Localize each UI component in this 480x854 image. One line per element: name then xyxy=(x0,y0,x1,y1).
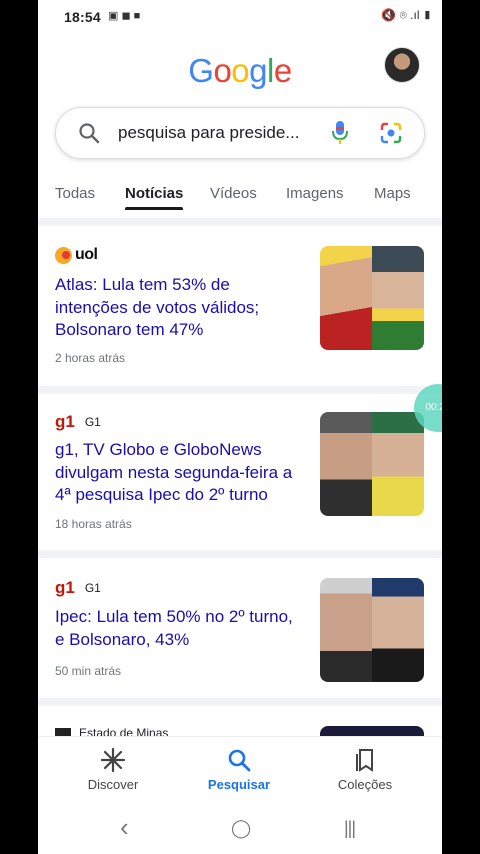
back-icon[interactable]: ‹ xyxy=(120,812,129,843)
tab-maps[interactable]: Maps xyxy=(374,185,411,202)
news-thumbnail[interactable] xyxy=(320,246,424,350)
source-logo-text: uol xyxy=(75,246,98,263)
status-bar: 18:54 ▣ ◼ ■ 🔇 ⌾ .ıl ▮ xyxy=(38,0,442,34)
tab-noticias[interactable]: Notícias xyxy=(125,185,183,202)
nav-label: Coleções xyxy=(337,777,393,792)
news-headline[interactable]: Atlas: Lula tem 53% de intenções de voto… xyxy=(55,274,303,342)
news-card[interactable]: g1 G1 Ipec: Lula tem 50% no 2º turno, e … xyxy=(38,558,442,698)
bookmarks-icon xyxy=(356,749,373,772)
nav-label: Discover xyxy=(87,777,139,792)
logo-letter: o xyxy=(231,52,250,89)
news-time: 2 horas atrás xyxy=(55,351,126,365)
logo-letter: g xyxy=(249,52,268,89)
source-name: G1 xyxy=(84,581,101,595)
uol-logo-icon xyxy=(55,246,72,264)
recents-icon[interactable]: ||| xyxy=(344,818,356,839)
search-icon xyxy=(228,749,251,772)
news-card[interactable]: uol Atlas: Lula tem 53% de intenções de … xyxy=(38,226,442,386)
divider xyxy=(38,698,442,706)
nav-colecoes[interactable]: Coleções xyxy=(305,747,425,792)
news-time: 50 min atrás xyxy=(55,664,122,678)
source-row: g1 G1 xyxy=(55,412,101,432)
tab-imagens[interactable]: Imagens xyxy=(286,185,344,202)
nav-discover[interactable]: Discover xyxy=(53,747,173,792)
microphone-icon[interactable] xyxy=(330,120,350,146)
logo-letter: G xyxy=(188,52,214,89)
search-tabs: Todas Notícias Vídeos Imagens Maps xyxy=(38,176,442,212)
account-avatar[interactable] xyxy=(384,47,420,83)
tab-videos[interactable]: Vídeos xyxy=(210,185,257,202)
search-icon[interactable] xyxy=(77,121,101,145)
g1-logo-icon: g1 xyxy=(55,578,75,597)
bottom-navigation: Discover Pesquisar Coleções xyxy=(38,736,442,803)
search-box[interactable]: pesquisa para preside... xyxy=(55,107,425,159)
system-navigation-bar: ‹ ◯ ||| xyxy=(38,802,442,854)
news-card[interactable]: g1 G1 g1, TV Globo e GloboNews divulgam … xyxy=(38,394,442,550)
divider xyxy=(38,386,442,394)
home-icon[interactable]: ◯ xyxy=(231,818,251,839)
search-input[interactable]: pesquisa para preside... xyxy=(118,123,318,143)
status-left-icons: ▣ ◼ ■ xyxy=(108,10,141,22)
source-row: uol xyxy=(55,246,98,264)
phone-screen: 18:54 ▣ ◼ ■ 🔇 ⌾ .ıl ▮ Google pesquisa pa… xyxy=(38,0,442,854)
g1-logo-icon: g1 xyxy=(55,412,75,431)
nav-pesquisar[interactable]: Pesquisar xyxy=(179,747,299,792)
status-time: 18:54 xyxy=(64,9,101,25)
active-tab-indicator xyxy=(125,207,183,210)
news-thumbnail[interactable] xyxy=(320,578,424,682)
source-row: g1 G1 xyxy=(55,578,101,598)
news-time: 18 horas atrás xyxy=(55,517,132,531)
logo-letter: e xyxy=(273,52,292,89)
tab-todas[interactable]: Todas xyxy=(55,185,95,202)
news-headline[interactable]: Ipec: Lula tem 50% no 2º turno, e Bolson… xyxy=(55,606,303,651)
divider xyxy=(38,218,442,226)
divider xyxy=(38,550,442,558)
google-logo[interactable]: Google xyxy=(38,52,442,90)
asterisk-icon xyxy=(100,747,126,773)
google-lens-icon[interactable] xyxy=(379,121,403,145)
news-thumbnail[interactable] xyxy=(320,412,424,516)
status-right-icons: 🔇 ⌾ .ıl ▮ xyxy=(381,8,432,22)
nav-label: Pesquisar xyxy=(207,777,271,792)
news-headline[interactable]: g1, TV Globo e GloboNews divulgam nesta … xyxy=(55,439,303,507)
logo-letter: l xyxy=(267,52,274,89)
source-name: G1 xyxy=(84,415,101,429)
logo-letter: o xyxy=(213,52,232,89)
